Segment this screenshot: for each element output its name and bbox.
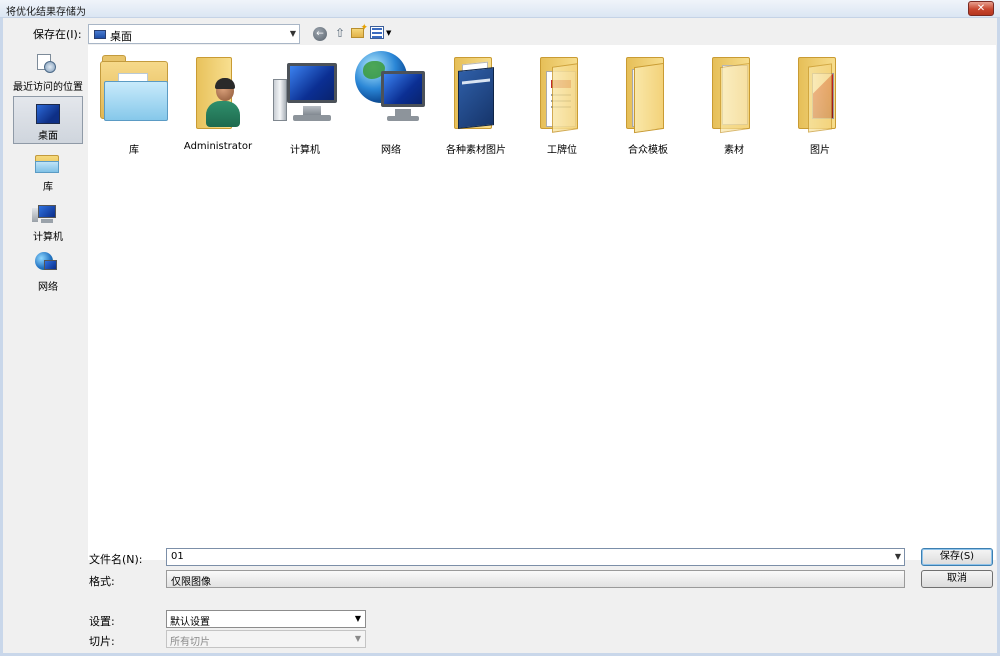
file-item-administrator[interactable]: Administrator bbox=[176, 51, 260, 163]
filename-label: 文件名(N): bbox=[89, 553, 143, 566]
settings-select[interactable]: 默认设置 ▼ bbox=[166, 610, 366, 628]
new-folder-button[interactable]: ✦ bbox=[351, 23, 368, 38]
settings-value: 默认设置 bbox=[170, 617, 210, 628]
file-item-label: 网络 bbox=[381, 145, 401, 156]
folder-icon bbox=[698, 51, 770, 134]
place-label: 桌面 bbox=[38, 131, 58, 142]
save-dialog: 保存在(I): 桌面 ▼ ← ⇧ ✦ ▼ 最近访问的位置 桌面 库 计算机 网络 bbox=[0, 18, 1000, 656]
save-button[interactable]: 保存(S) bbox=[921, 548, 993, 566]
new-folder-icon: ✦ bbox=[360, 23, 368, 33]
file-item-label: Administrator bbox=[183, 141, 253, 152]
computer-icon bbox=[32, 204, 57, 224]
file-item-library[interactable]: 库 bbox=[92, 51, 176, 163]
file-item-folder[interactable]: 图片 bbox=[778, 51, 862, 163]
save-in-label: 保存在(I): bbox=[33, 28, 82, 41]
format-value: 仅限图像 bbox=[171, 577, 211, 588]
settings-label: 设置: bbox=[89, 615, 115, 628]
filename-input[interactable]: 01 ▼ bbox=[166, 548, 905, 566]
library-icon bbox=[35, 152, 59, 174]
file-item-folder[interactable]: 合众模板 bbox=[606, 51, 690, 163]
up-arrow-icon: ⇧ bbox=[334, 26, 346, 40]
place-library[interactable]: 库 bbox=[13, 148, 83, 196]
format-label: 格式: bbox=[89, 575, 115, 588]
places-bar: 最近访问的位置 桌面 库 计算机 网络 bbox=[12, 46, 85, 546]
network-icon bbox=[35, 252, 57, 274]
file-item-label: 工牌位 bbox=[547, 145, 577, 156]
slices-label: 切片: bbox=[89, 635, 115, 648]
folder-icon bbox=[612, 51, 684, 134]
cancel-button[interactable]: 取消 bbox=[921, 570, 993, 588]
close-button[interactable]: ✕ bbox=[968, 1, 994, 16]
title-bar: 将优化结果存储为 ✕ bbox=[0, 0, 1000, 18]
file-item-label: 库 bbox=[129, 145, 139, 156]
network-icon bbox=[355, 51, 427, 133]
file-item-label: 计算机 bbox=[290, 145, 320, 156]
view-menu-chevron-icon[interactable]: ▼ bbox=[386, 29, 391, 37]
view-menu-button[interactable] bbox=[370, 26, 384, 39]
desktop-icon bbox=[94, 30, 106, 39]
close-icon: ✕ bbox=[976, 3, 986, 14]
file-item-folder[interactable]: 工牌位 bbox=[520, 51, 604, 163]
place-label: 库 bbox=[43, 182, 53, 193]
user-folder-icon bbox=[182, 51, 254, 133]
file-item-folder[interactable]: 各种素材图片 bbox=[434, 51, 518, 163]
place-network[interactable]: 网络 bbox=[13, 248, 83, 296]
file-item-folder[interactable]: 素材 bbox=[692, 51, 776, 163]
file-list-view[interactable]: 库 Administrator 计算机 网络 各种素材图片 工牌位 合众模板 素… bbox=[88, 45, 996, 560]
slices-value: 所有切片 bbox=[170, 637, 210, 648]
folder-icon bbox=[440, 51, 512, 133]
window-title: 将优化结果存储为 bbox=[6, 7, 86, 18]
place-label: 最近访问的位置 bbox=[13, 82, 83, 93]
chevron-down-icon: ▼ bbox=[354, 634, 361, 643]
place-computer[interactable]: 计算机 bbox=[13, 198, 83, 246]
library-icon bbox=[98, 51, 170, 133]
place-desktop[interactable]: 桌面 bbox=[13, 96, 83, 144]
save-in-combo[interactable]: 桌面 ▼ bbox=[88, 24, 300, 44]
back-arrow-icon: ← bbox=[316, 29, 324, 39]
place-recent[interactable]: 最近访问的位置 bbox=[13, 48, 83, 96]
computer-icon bbox=[269, 51, 341, 133]
place-label: 计算机 bbox=[33, 232, 63, 243]
chevron-down-icon[interactable]: ▼ bbox=[290, 29, 296, 38]
desktop-icon bbox=[36, 104, 60, 124]
folder-icon bbox=[526, 51, 598, 133]
file-item-label: 素材 bbox=[724, 145, 744, 156]
file-item-label: 各种素材图片 bbox=[446, 145, 506, 156]
filename-value: 01 bbox=[171, 551, 184, 562]
slices-select: 所有切片 ▼ bbox=[166, 630, 366, 648]
place-label: 网络 bbox=[38, 282, 58, 293]
format-select[interactable]: 仅限图像 bbox=[166, 570, 905, 588]
back-button[interactable]: ← bbox=[313, 27, 327, 41]
file-item-label: 图片 bbox=[810, 145, 830, 156]
chevron-down-icon: ▼ bbox=[354, 614, 361, 623]
chevron-down-icon[interactable]: ▼ bbox=[895, 552, 901, 561]
recent-places-icon bbox=[35, 52, 57, 74]
file-item-computer[interactable]: 计算机 bbox=[263, 51, 347, 163]
save-in-value: 桌面 bbox=[110, 30, 132, 43]
folder-icon bbox=[784, 51, 856, 133]
file-item-network[interactable]: 网络 bbox=[349, 51, 433, 163]
file-item-label: 合众模板 bbox=[628, 145, 668, 156]
up-one-level-button[interactable]: ⇧ bbox=[333, 26, 347, 41]
